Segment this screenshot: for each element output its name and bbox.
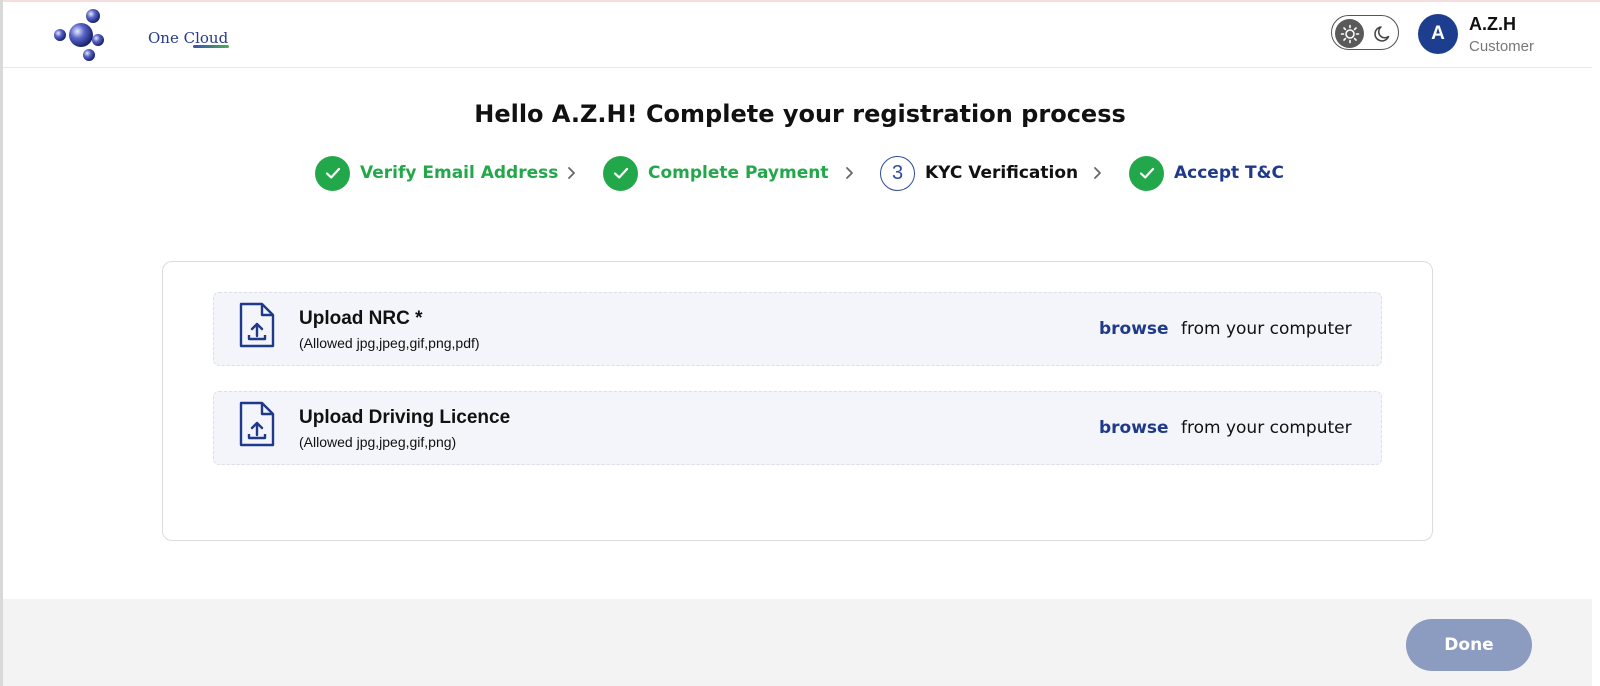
moon-icon[interactable] <box>1369 20 1396 47</box>
chevron-right-icon <box>568 167 575 179</box>
step-label: KYC Verification <box>925 163 1079 183</box>
upload-allowed-types: (Allowed jpg,jpeg,gif,png,pdf) <box>299 335 480 351</box>
step-label: Complete Payment <box>648 163 829 183</box>
done-button[interactable]: Done <box>1406 619 1532 671</box>
upload-title: Upload NRC * <box>299 308 423 329</box>
upload-title: Upload Driving Licence <box>299 407 511 428</box>
check-icon <box>1129 155 1164 191</box>
chevron-right-icon <box>1094 167 1101 179</box>
browse-link[interactable]: browse <box>1099 418 1169 438</box>
browse-link[interactable]: browse <box>1099 319 1169 339</box>
upload-driving-licence-dropzone[interactable]: Upload Driving Licence (Allowed jpg,jpeg… <box>213 391 1382 465</box>
file-upload-icon <box>239 302 275 348</box>
step-kyc-verification: 3 KYC Verification <box>880 155 1078 191</box>
browse-hint: from your computer <box>1181 418 1352 438</box>
top-header: One Cloud A A.Z.H Customer <box>3 2 1592 68</box>
step-number: 3 <box>880 155 915 191</box>
step-label: Accept T&C <box>1174 163 1284 183</box>
upload-card: Upload NRC * (Allowed jpg,jpeg,gif,png,p… <box>162 261 1433 541</box>
user-role: Customer <box>1469 38 1535 55</box>
page-title: Hello A.Z.H! Complete your registration … <box>474 100 1126 128</box>
page: One Cloud A A.Z.H Customer Hello A.Z.H! … <box>0 0 1600 686</box>
logo-spheres-icon <box>54 9 104 61</box>
check-icon <box>603 155 638 191</box>
theme-toggle[interactable] <box>1331 15 1399 50</box>
one-cloud-logo[interactable]: One Cloud <box>53 8 229 62</box>
footer-bar: Done <box>3 599 1592 686</box>
upload-nrc-dropzone[interactable]: Upload NRC * (Allowed jpg,jpeg,gif,png,p… <box>213 292 1382 366</box>
file-upload-icon <box>239 401 275 447</box>
sun-icon[interactable] <box>1335 19 1364 48</box>
registration-stepper: Verify Email Address Complete Payment 3 … <box>0 155 1600 191</box>
step-verify-email: Verify Email Address <box>315 155 558 191</box>
logo-tagline-mark <box>193 45 229 48</box>
upload-allowed-types: (Allowed jpg,jpeg,gif,png) <box>299 434 457 450</box>
user-name[interactable]: A.Z.H <box>1469 14 1516 35</box>
check-icon <box>315 155 350 191</box>
browse-hint: from your computer <box>1181 319 1352 339</box>
chevron-right-icon <box>846 167 853 179</box>
step-label: Verify Email Address <box>360 163 559 183</box>
step-accept-tc: Accept T&C <box>1129 155 1284 191</box>
avatar[interactable]: A <box>1418 14 1458 54</box>
step-complete-payment: Complete Payment <box>603 155 828 191</box>
